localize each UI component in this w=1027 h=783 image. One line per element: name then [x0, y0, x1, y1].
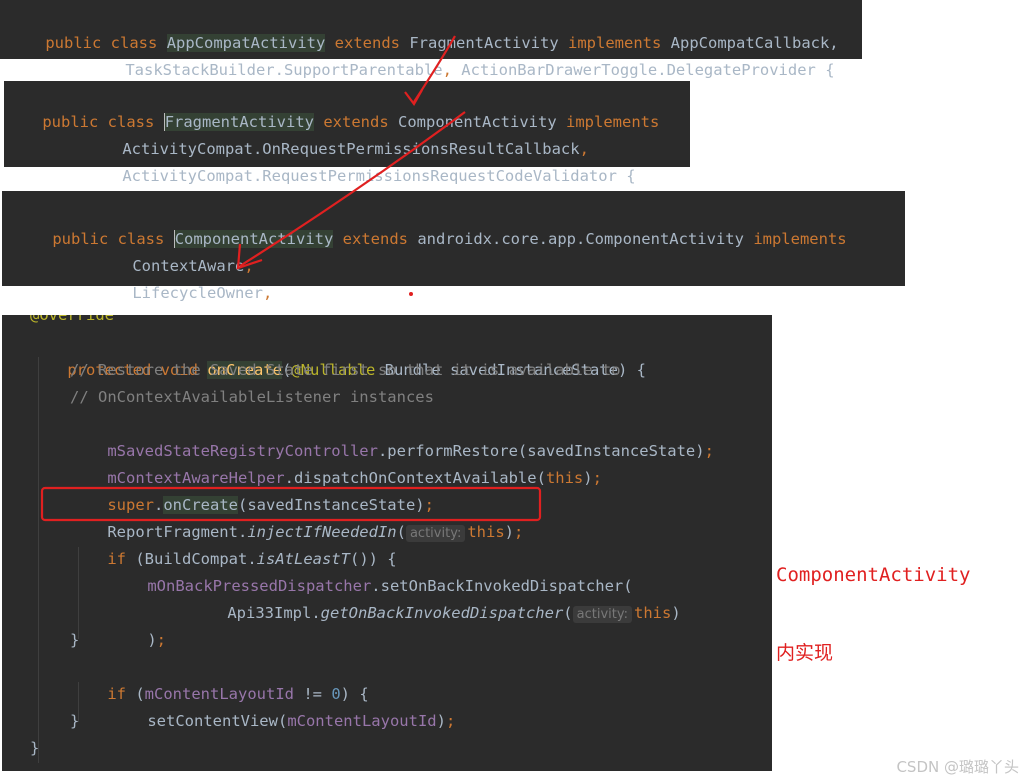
- code-line: Api33Impl.getOnBackInvokedDispatcher(act…: [190, 573, 681, 655]
- comma: ,: [442, 61, 462, 79]
- method-call[interactable]: setContentView(: [147, 712, 287, 730]
- comment-line: // Restore the Saved State first so that…: [70, 361, 621, 379]
- field[interactable]: mContentLayoutId: [287, 712, 436, 730]
- comma: ,: [262, 284, 273, 302]
- keyword: this: [634, 604, 672, 622]
- annotation-text: ComponentActivity 内实现: [776, 510, 970, 692]
- semicolon: ;: [592, 469, 602, 487]
- code-panel-oncreate: @Override protected void onCreate(@Nulla…: [2, 315, 772, 771]
- punct: ): [436, 712, 446, 730]
- closing-brace: }: [70, 712, 80, 730]
- parent-class[interactable]: androidx.core.app.ComponentActivity: [417, 230, 744, 248]
- interface-name[interactable]: ActionBarDrawerToggle.DelegateProvider {: [461, 61, 834, 79]
- indent-guide: [38, 357, 39, 763]
- interface-name[interactable]: ActivityCompat.RequestPermissionsRequest…: [122, 167, 635, 185]
- static-method[interactable]: getOnBackInvokedDispatcher: [321, 604, 564, 622]
- keyword: this: [545, 469, 584, 487]
- keyword: implements: [753, 230, 847, 248]
- semicolon: ;: [514, 523, 524, 541]
- punct: ): [671, 604, 681, 622]
- class-ref[interactable]: Api33Impl.: [227, 604, 320, 622]
- parameter-hint: activity:: [405, 525, 466, 542]
- punct: ): [504, 523, 514, 541]
- semicolon: ;: [704, 442, 714, 460]
- annotation-override: @Override: [30, 315, 114, 324]
- watermark: CSDN @璐璐丫头: [896, 758, 1019, 776]
- interface-name[interactable]: LifecycleOwner: [132, 284, 263, 302]
- code-panel-component: public class ComponentActivity extends a…: [2, 191, 905, 302]
- punct: ): [583, 469, 593, 487]
- keyword: extends: [342, 230, 408, 248]
- closing-brace: }: [30, 739, 40, 757]
- punct: (: [563, 604, 573, 622]
- punct: (: [396, 523, 406, 541]
- punct: ): [147, 631, 157, 649]
- parameter-hint: activity:: [572, 606, 632, 623]
- comment-line: // OnContextAvailableListener instances: [70, 388, 434, 406]
- keyword: this: [467, 523, 505, 541]
- code-panel-appcompat: public class AppCompatActivity extends F…: [0, 0, 862, 79]
- annotation-line-1: ComponentActivity: [776, 564, 971, 586]
- annotation-line-2: 内实现: [776, 642, 834, 664]
- semicolon: ;: [156, 631, 167, 649]
- code-panel-fragment: public class FragmentActivity extends Co…: [4, 81, 690, 185]
- semicolon: ;: [445, 712, 456, 730]
- interface-name[interactable]: TaskStackBuilder.SupportParentable: [125, 61, 442, 79]
- code-line: setContentView(mContentLayoutId);: [110, 681, 455, 762]
- closing-brace: }: [70, 631, 80, 649]
- red-dot: [409, 292, 413, 296]
